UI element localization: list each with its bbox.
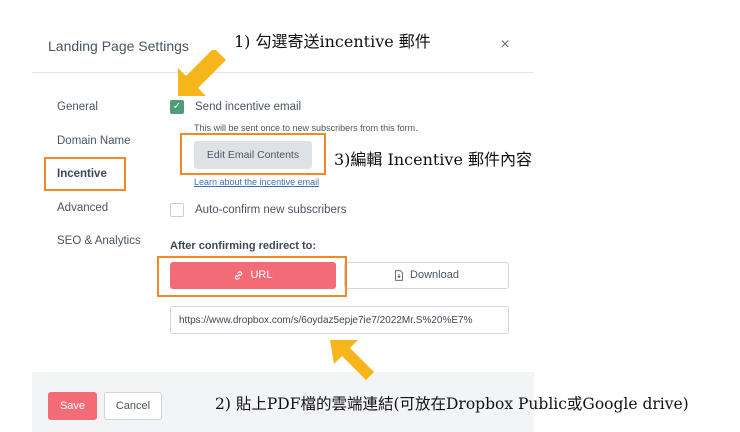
nav-item-domain-name[interactable]: Domain Name <box>57 135 131 147</box>
modal-title: Landing Page Settings <box>48 38 189 54</box>
learn-incentive-link[interactable]: Learn about the incentive email <box>194 177 319 187</box>
annotation-step-2: 2) 貼上PDF檔的雲端連結(可放在Dropbox Public或Google … <box>215 395 689 413</box>
annotation-arrow-1 <box>178 50 226 96</box>
redirect-url-input[interactable] <box>170 306 509 334</box>
send-incentive-checkbox[interactable]: ✓ <box>170 100 184 114</box>
incentive-helper-text: This will be sent once to new subscriber… <box>194 123 418 133</box>
header-divider <box>32 72 534 73</box>
send-incentive-label: Send incentive email <box>195 101 302 113</box>
annotation-arrow-2 <box>330 340 374 380</box>
annotation-step-1: 1) 勾選寄送incentive 郵件 <box>234 32 431 51</box>
save-button[interactable]: Save <box>48 392 97 420</box>
highlight-box-edit-button <box>180 133 326 175</box>
nav-item-advanced[interactable]: Advanced <box>57 202 108 214</box>
file-download-icon <box>395 269 403 281</box>
highlight-box-incentive-nav <box>44 157 126 191</box>
nav-item-seo-analytics[interactable]: SEO & Analytics <box>57 235 141 247</box>
close-icon[interactable]: × <box>496 36 514 54</box>
auto-confirm-checkbox[interactable] <box>170 203 184 217</box>
highlight-box-url-option <box>157 256 347 297</box>
annotation-step-3: 3)編輯 Incentive 郵件內容 <box>334 150 533 169</box>
checkmark-icon: ✓ <box>172 101 182 112</box>
redirect-label: After confirming redirect to: <box>170 240 317 252</box>
auto-confirm-label: Auto-confirm new subscribers <box>195 204 347 216</box>
redirect-download-option[interactable]: Download <box>344 262 509 289</box>
nav-item-general[interactable]: General <box>57 101 98 113</box>
cancel-button[interactable]: Cancel <box>104 392 162 420</box>
redirect-download-label: Download <box>410 269 459 281</box>
